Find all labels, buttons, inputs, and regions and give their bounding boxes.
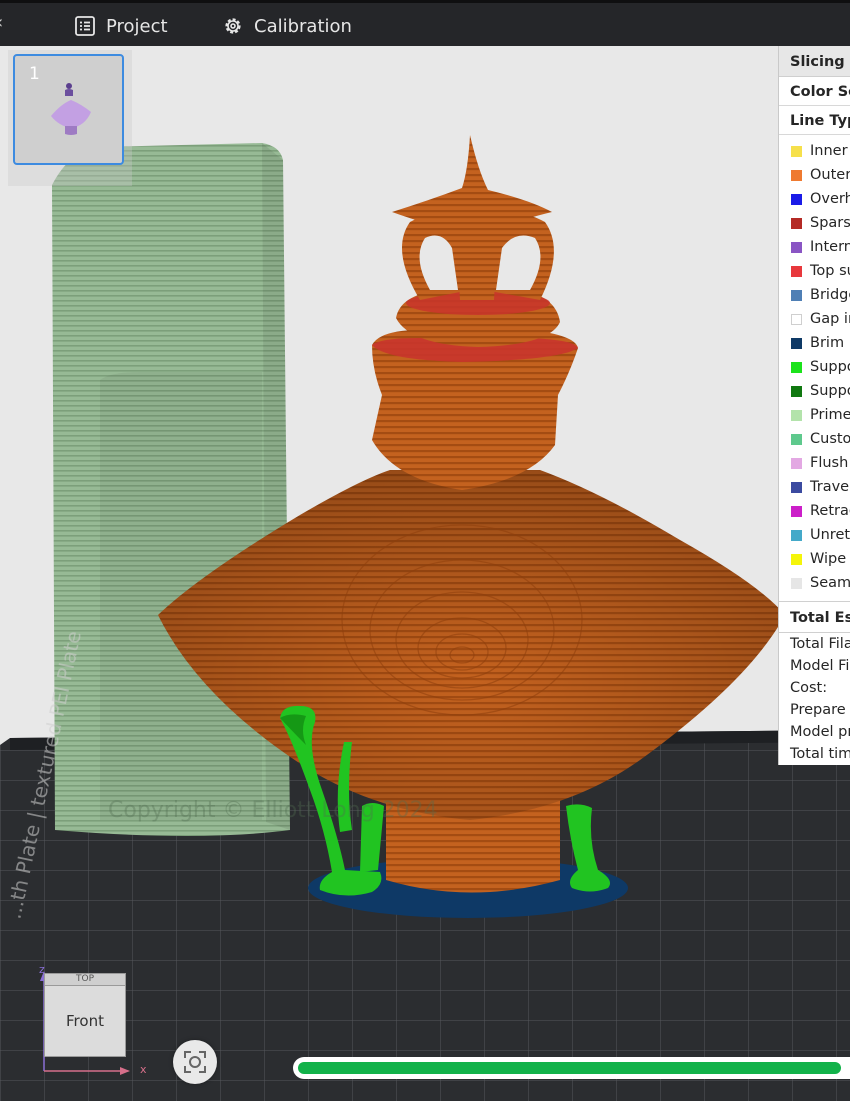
- legend-swatch: [791, 481, 802, 493]
- legend-item[interactable]: Overh: [779, 187, 850, 211]
- legend-swatch: [791, 577, 802, 589]
- legend-swatch: [791, 193, 802, 205]
- estimate-row: Total Fila: [790, 636, 850, 652]
- legend-item[interactable]: Travel: [779, 475, 850, 499]
- legend-label: Retrac: [810, 503, 850, 519]
- legend-item[interactable]: Inner: [779, 139, 850, 163]
- legend-label: Outer: [810, 167, 850, 183]
- legend-swatch: [791, 217, 802, 229]
- legend-item[interactable]: Seams: [779, 571, 850, 595]
- plate-thumbnail-panel: 1: [8, 50, 132, 186]
- legend-swatch: [791, 241, 802, 253]
- legend-item[interactable]: Suppo: [779, 379, 850, 403]
- legend-item[interactable]: Custo: [779, 427, 850, 451]
- legend-label: Suppo: [810, 383, 850, 399]
- legend-item[interactable]: Sparse: [779, 211, 850, 235]
- color-scheme-selector[interactable]: Color Sc: [779, 77, 850, 106]
- legend-label: Brim: [810, 335, 845, 351]
- top-toolbar: ‹ Project Calibration: [0, 0, 850, 46]
- plate-number: 1: [29, 64, 40, 84]
- legend-swatch: [791, 337, 802, 349]
- estimate-row: Model pr: [790, 724, 850, 740]
- scene-render: ...th Plate | textured PEI Plate: [0, 135, 850, 1101]
- progress-fill: [298, 1062, 841, 1074]
- legend-item[interactable]: Prime: [779, 403, 850, 427]
- legend-label: Seams: [810, 575, 850, 591]
- estimate-row: Prepare: [790, 702, 846, 718]
- tab-calibration[interactable]: Calibration: [222, 13, 352, 39]
- legend-item[interactable]: Outer: [779, 163, 850, 187]
- legend-swatch: [791, 265, 802, 277]
- legend-label: Inner: [810, 143, 848, 159]
- legend-item[interactable]: Unret: [779, 523, 850, 547]
- estimate-row: Model Fil: [790, 658, 850, 674]
- legend-swatch: [791, 313, 802, 325]
- legend-swatch: [791, 385, 802, 397]
- axis-z-label: z: [39, 963, 45, 976]
- legend-item[interactable]: Bridge: [779, 283, 850, 307]
- 3d-viewport[interactable]: ...th Plate | textured PEI Plate 1 Copyr…: [0, 46, 850, 1101]
- estimate-header: Total Est: [779, 601, 850, 633]
- tab-calibration-label: Calibration: [254, 15, 352, 37]
- line-type-header: Line Typ: [779, 106, 850, 135]
- legend-item[interactable]: Brim: [779, 331, 850, 355]
- calibration-icon: [225, 18, 241, 34]
- legend-swatch: [791, 433, 802, 445]
- tab-project-label: Project: [106, 15, 168, 37]
- legend-item[interactable]: Wipe: [779, 547, 850, 571]
- legend-swatch: [791, 361, 802, 373]
- legend-label: Sparse: [810, 215, 850, 231]
- legend-label: Wipe: [810, 551, 847, 567]
- legend-label: Intern: [810, 239, 850, 255]
- legend-item[interactable]: Flush: [779, 451, 850, 475]
- plate-thumbnail[interactable]: 1: [13, 54, 124, 165]
- legend-label: Flush: [810, 455, 849, 471]
- estimate-row: Cost:: [790, 680, 828, 696]
- watermark: Copyright © Elliott Long 2024: [108, 798, 438, 823]
- view-cube[interactable]: TOP Front z x: [36, 963, 147, 1081]
- legend-swatch: [791, 553, 802, 565]
- legend-label: Bridge: [810, 287, 850, 303]
- view-cube-front[interactable]: Front: [44, 985, 126, 1057]
- legend-label: Top su: [810, 263, 850, 279]
- legend-label: Suppo: [810, 359, 850, 375]
- panel-title: Slicing R: [779, 46, 850, 77]
- legend-swatch: [791, 289, 802, 301]
- legend-label: Prime: [810, 407, 850, 423]
- legend-swatch: [791, 529, 802, 541]
- legend-swatch: [791, 169, 802, 181]
- legend-item[interactable]: Top su: [779, 259, 850, 283]
- legend-label: Overh: [810, 191, 850, 207]
- slicing-result-panel: Slicing R Color Sc Line Typ Inner Outer Ov…: [778, 46, 850, 765]
- fit-view-icon: [184, 1051, 206, 1073]
- legend-swatch: [791, 145, 802, 157]
- legend-swatch: [791, 457, 802, 469]
- legend-label: Unret: [810, 527, 850, 543]
- legend-item[interactable]: Gap in: [779, 307, 850, 331]
- project-icon: [75, 16, 95, 36]
- legend-item[interactable]: Suppo: [779, 355, 850, 379]
- estimate-row: Total tim: [790, 746, 850, 762]
- estimate-list: Total Fila Model Fil Cost: Prepare Model pr T…: [779, 633, 850, 765]
- legend-label: Travel: [810, 479, 850, 495]
- legend-swatch: [791, 505, 802, 517]
- fit-view-button[interactable]: [173, 1040, 217, 1084]
- axis-x-label: x: [140, 1063, 147, 1076]
- legend-label: Gap in: [810, 311, 850, 327]
- legend-label: Custo: [810, 431, 850, 447]
- legend-item[interactable]: Retrac: [779, 499, 850, 523]
- slicing-progress-bar: [293, 1057, 850, 1079]
- back-arrow-icon[interactable]: ‹: [0, 13, 6, 33]
- line-type-legend: Inner Outer Overh Sparse Intern Top su Bridge G…: [779, 135, 850, 595]
- slicer-app: ‹ Project Calibration: [0, 0, 850, 1101]
- tab-project[interactable]: Project: [74, 13, 168, 39]
- legend-item[interactable]: Intern: [779, 235, 850, 259]
- legend-swatch: [791, 409, 802, 421]
- prime-tower: [52, 143, 290, 836]
